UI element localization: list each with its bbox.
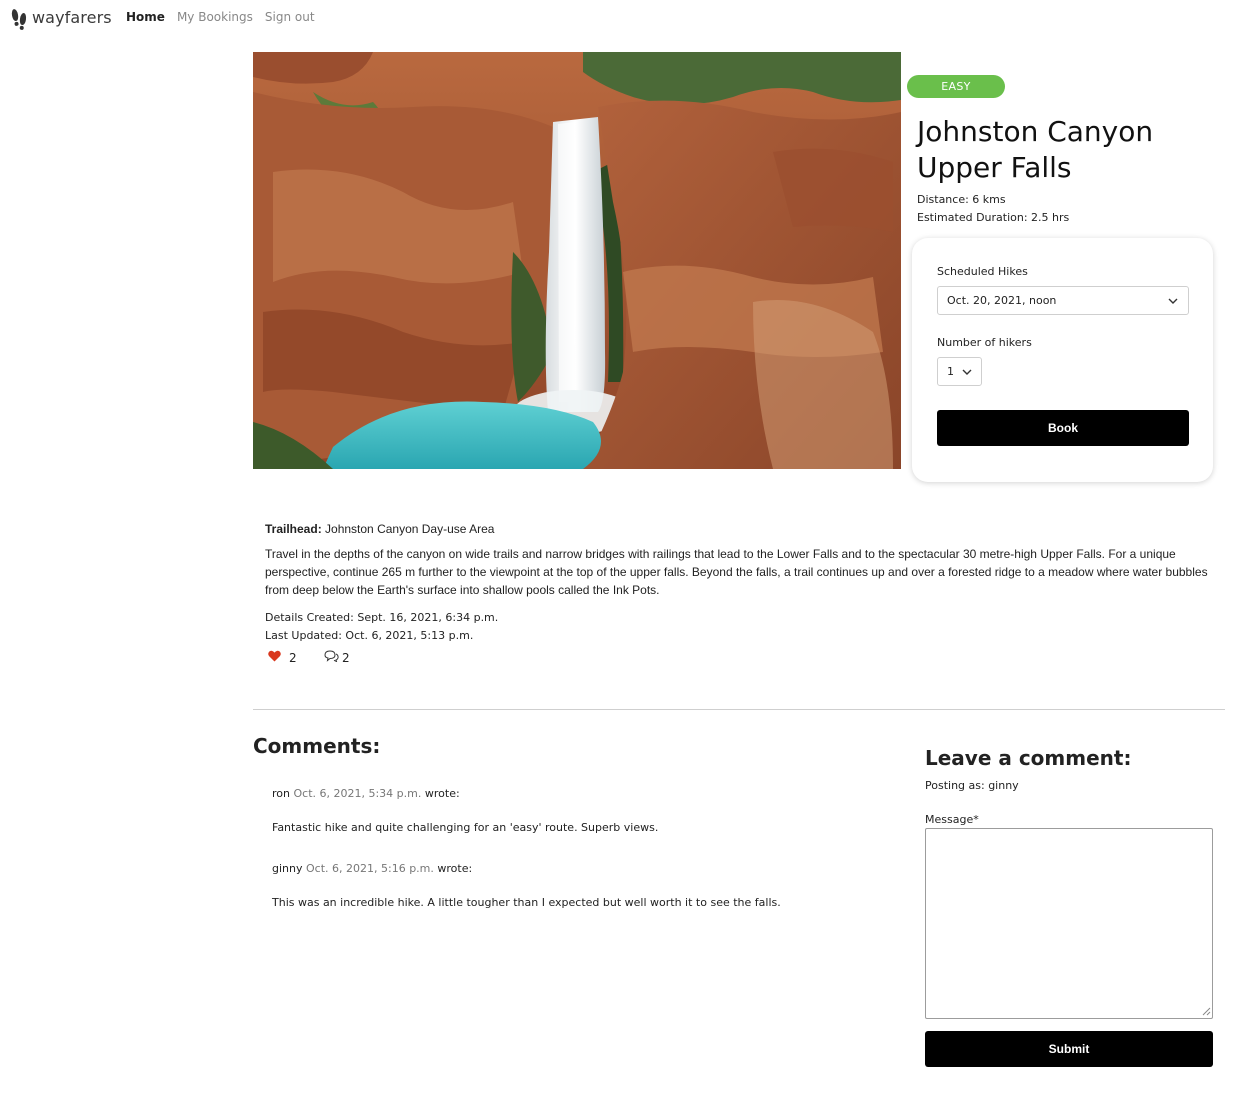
comment-time: Oct. 6, 2021, 5:34 p.m. [293, 787, 422, 800]
hike-duration: Estimated Duration: 2.5 hrs [917, 211, 1070, 224]
trailhead: Trailhead: Johnston Canyon Day-use Area [265, 522, 1225, 536]
hike-image [253, 52, 901, 469]
number-of-hikers-value: 1 [947, 365, 954, 378]
book-button[interactable]: Book [937, 410, 1189, 446]
top-navbar: wayfarers Home My Bookings Sign out [0, 0, 1252, 34]
comment-author: ginny [272, 862, 303, 875]
number-of-hikers-label: Number of hikers [937, 336, 1032, 349]
scheduled-hikes-value: Oct. 20, 2021, noon [947, 294, 1057, 307]
comment-author: ron [272, 787, 290, 800]
trailhead-label: Trailhead: [265, 522, 322, 536]
footprints-icon [11, 7, 29, 27]
comment-item: ginny Oct. 6, 2021, 5:16 p.m. wrote: Thi… [272, 862, 781, 909]
trailhead-value: Johnston Canyon Day-use Area [325, 522, 495, 536]
hike-distance: Distance: 6 kms [917, 193, 1006, 206]
submit-button[interactable]: Submit [925, 1031, 1213, 1067]
brand-logo[interactable]: wayfarers [11, 7, 112, 27]
like-button[interactable]: 2 [268, 650, 324, 665]
hike-title: Johnston Canyon Upper Falls [917, 115, 1154, 184]
resize-grip-icon[interactable] [1202, 1007, 1211, 1016]
brand-name: wayfarers [32, 7, 112, 27]
scheduled-hikes-select[interactable]: Oct. 20, 2021, noon [937, 286, 1189, 315]
chevron-down-icon [1168, 298, 1178, 304]
section-divider [253, 709, 1225, 710]
waterfall-image [253, 52, 901, 469]
comments-heading: Comments: [253, 734, 381, 758]
comment-count-indicator: 2 [324, 650, 350, 665]
engagement-counts: 2 2 [268, 650, 350, 665]
difficulty-badge: EASY [907, 75, 1005, 98]
details-updated: Last Updated: Oct. 6, 2021, 5:13 p.m. [265, 629, 474, 642]
nav-links: Home My Bookings Sign out [126, 10, 315, 24]
comment-count: 2 [342, 651, 350, 665]
details-created: Details Created: Sept. 16, 2021, 6:34 p.… [265, 611, 499, 624]
booking-card: Scheduled Hikes Oct. 20, 2021, noon Numb… [912, 238, 1213, 482]
comment-wrote: wrote: [437, 862, 473, 875]
comment-body: This was an incredible hike. A little to… [272, 896, 781, 909]
comment-header: ginny Oct. 6, 2021, 5:16 p.m. wrote: [272, 862, 781, 875]
chevron-down-icon [962, 369, 972, 375]
number-of-hikers-select[interactable]: 1 [937, 357, 982, 386]
message-label: Message* [925, 813, 979, 826]
hike-details: Trailhead: Johnston Canyon Day-use Area … [265, 522, 1225, 645]
comment-time: Oct. 6, 2021, 5:16 p.m. [306, 862, 434, 875]
posting-as: Posting as: ginny [925, 779, 1019, 792]
nav-sign-out-link[interactable]: Sign out [265, 10, 315, 24]
nav-home-link[interactable]: Home [126, 10, 165, 24]
heart-icon [268, 650, 281, 662]
comment-item: ron Oct. 6, 2021, 5:34 p.m. wrote: Fanta… [272, 787, 658, 834]
comment-header: ron Oct. 6, 2021, 5:34 p.m. wrote: [272, 787, 658, 800]
comment-wrote: wrote: [424, 787, 460, 800]
nav-my-bookings-link[interactable]: My Bookings [177, 10, 253, 24]
leave-comment-heading: Leave a comment: [925, 746, 1132, 770]
like-count: 2 [289, 651, 297, 665]
comment-body: Fantastic hike and quite challenging for… [272, 821, 659, 834]
scheduled-hikes-label: Scheduled Hikes [937, 265, 1028, 278]
hike-description: Travel in the depths of the canyon on wi… [265, 547, 1208, 597]
message-textarea[interactable] [925, 828, 1213, 1019]
comment-bubbles-icon [324, 650, 339, 663]
